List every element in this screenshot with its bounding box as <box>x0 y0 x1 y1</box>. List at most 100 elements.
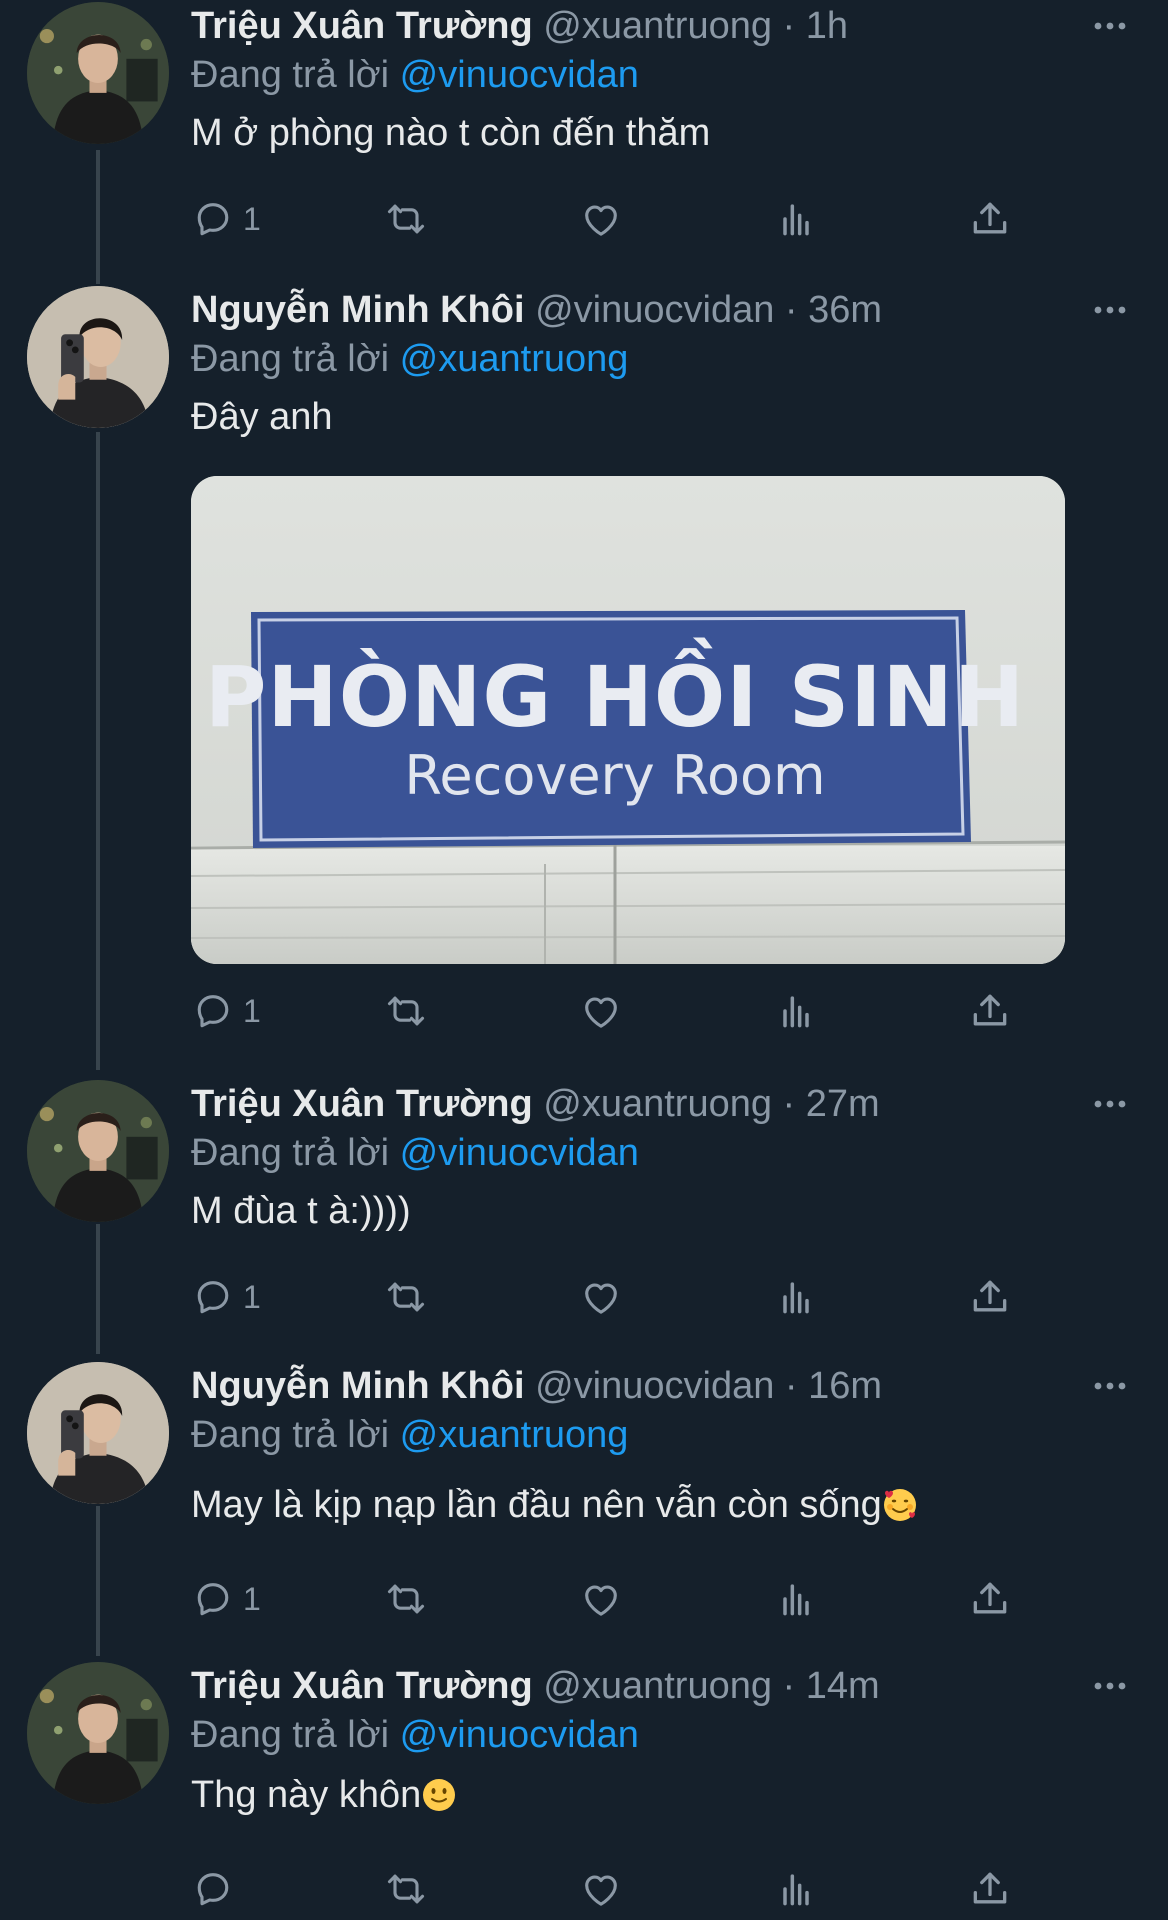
display-name[interactable]: Triệu Xuân Trường <box>191 5 533 47</box>
replying-to: Đang trả lời @vinuocvidan <box>191 1712 1128 1758</box>
more-options-icon[interactable] <box>1090 14 1130 38</box>
timestamp[interactable]: 14m <box>806 1665 880 1707</box>
like-button[interactable] <box>579 1574 623 1624</box>
tweet-actions: 1 <box>191 1574 1021 1624</box>
retweet-button[interactable] <box>384 986 428 1036</box>
reply-button[interactable]: 1 <box>191 194 261 244</box>
share-button[interactable] <box>968 1574 1012 1624</box>
share-button[interactable] <box>968 1272 1012 1322</box>
tweet-text: Đây anh <box>191 396 333 438</box>
avatar[interactable] <box>27 1362 169 1504</box>
views-button[interactable] <box>774 1272 818 1322</box>
tweet-text: Thg này khôn <box>191 1774 422 1816</box>
display-name[interactable]: Nguyễn Minh Khôi <box>191 289 525 331</box>
reply-count: 1 <box>243 992 261 1029</box>
separator-dot: · <box>784 289 798 331</box>
separator-dot: · <box>784 1365 798 1407</box>
retweet-button[interactable] <box>384 1272 428 1322</box>
user-handle[interactable]: @vinuocvidan <box>535 289 774 331</box>
retweet-icon <box>384 1577 428 1621</box>
avatar[interactable] <box>27 2 169 144</box>
like-button[interactable] <box>579 1272 623 1322</box>
tweet-actions: 1 <box>191 986 1021 1036</box>
avatar[interactable] <box>27 1662 169 1804</box>
tweet-text-row: Thg này khôn <box>191 1770 1128 1820</box>
mention-link[interactable]: @xuantruong <box>400 1414 629 1456</box>
tweet-text: M ở phòng nào t còn đến thăm <box>191 112 711 154</box>
tweet[interactable]: Triệu Xuân Trường @xuantruong · 14m Đang… <box>0 1660 1168 1920</box>
timestamp[interactable]: 36m <box>808 289 882 331</box>
tweet[interactable]: Nguyễn Minh Khôi @vinuocvidan · 16m Đang… <box>0 1360 1168 1658</box>
share-button[interactable] <box>968 1864 1012 1914</box>
user-handle[interactable]: @vinuocvidan <box>535 1365 774 1407</box>
reply-icon <box>191 1867 235 1911</box>
retweet-button[interactable] <box>384 1864 428 1914</box>
mention-link[interactable]: @vinuocvidan <box>400 54 639 96</box>
analytics-icon <box>774 989 818 1033</box>
replying-to: Đang trả lời @xuantruong <box>191 336 1128 382</box>
views-button[interactable] <box>774 194 818 244</box>
tweet-content: Triệu Xuân Trường @xuantruong · 27m Đang… <box>191 1078 1128 1236</box>
retweet-icon <box>384 1867 428 1911</box>
more-options-icon[interactable] <box>1090 1674 1130 1698</box>
slightly-smiling-face-icon <box>421 1777 457 1813</box>
tweet[interactable]: Triệu Xuân Trường @xuantruong · 1h Đang … <box>0 0 1168 282</box>
user-handle[interactable]: @xuantruong <box>543 5 772 47</box>
tweet-actions: 1 <box>191 1272 1021 1322</box>
replying-to-label: Đang trả lời <box>191 54 390 96</box>
timestamp[interactable]: 1h <box>806 5 848 47</box>
user-handle[interactable]: @xuantruong <box>543 1665 772 1707</box>
reply-button[interactable]: 1 <box>191 986 261 1036</box>
reply-button[interactable]: 1 <box>191 1272 261 1322</box>
user-handle[interactable]: @xuantruong <box>543 1083 772 1125</box>
retweet-icon <box>384 197 428 241</box>
tweet-header: Nguyễn Minh Khôi @vinuocvidan · 36m <box>191 284 1128 336</box>
reply-button[interactable]: 1 <box>191 1574 261 1624</box>
display-name[interactable]: Nguyễn Minh Khôi <box>191 1365 525 1407</box>
replying-to: Đang trả lời @xuantruong <box>191 1412 1128 1458</box>
mention-link[interactable]: @vinuocvidan <box>400 1132 639 1174</box>
retweet-button[interactable] <box>384 194 428 244</box>
mention-link[interactable]: @vinuocvidan <box>400 1714 639 1756</box>
share-icon <box>968 989 1012 1033</box>
more-options-icon[interactable] <box>1090 298 1130 322</box>
avatar[interactable] <box>27 1080 169 1222</box>
avatar[interactable] <box>27 286 169 428</box>
separator-dot: · <box>782 5 796 47</box>
replying-to-label: Đang trả lời <box>191 1414 390 1456</box>
analytics-icon <box>774 1577 818 1621</box>
tweet-content: Nguyễn Minh Khôi @vinuocvidan · 36m Đang… <box>191 284 1128 442</box>
tweet-text-row: May là kịp nạp lần đầu nên vẫn còn sống <box>191 1480 1128 1530</box>
views-button[interactable] <box>774 1574 818 1624</box>
reply-count: 1 <box>243 1580 261 1617</box>
conversation-timeline: Triệu Xuân Trường @xuantruong · 1h Đang … <box>0 0 1168 1920</box>
tweet-content: Nguyễn Minh Khôi @vinuocvidan · 16m Đang… <box>191 1360 1128 1530</box>
timestamp[interactable]: 16m <box>808 1365 882 1407</box>
more-options-icon[interactable] <box>1090 1374 1130 1398</box>
share-button[interactable] <box>968 194 1012 244</box>
reply-count: 1 <box>243 200 261 237</box>
reply-button[interactable] <box>191 1864 243 1914</box>
views-button[interactable] <box>774 1864 818 1914</box>
reply-count: 1 <box>243 1278 261 1315</box>
replying-to-label: Đang trả lời <box>191 338 390 380</box>
mention-link[interactable]: @xuantruong <box>400 338 629 380</box>
display-name[interactable]: Triệu Xuân Trường <box>191 1665 533 1707</box>
tweet-content: Triệu Xuân Trường @xuantruong · 1h Đang … <box>191 0 1128 158</box>
retweet-button[interactable] <box>384 1574 428 1624</box>
recovery-room-sign-photo: PHÒNG HỒI SINH Recovery Room <box>191 476 1065 964</box>
views-button[interactable] <box>774 986 818 1036</box>
analytics-icon <box>774 197 818 241</box>
like-button[interactable] <box>579 194 623 244</box>
tweet-media-image[interactable]: PHÒNG HỒI SINH Recovery Room <box>191 476 1065 964</box>
reply-icon <box>191 1275 235 1319</box>
sign-subtitle: Recovery Room <box>404 744 825 807</box>
more-options-icon[interactable] <box>1090 1092 1130 1116</box>
tweet[interactable]: Triệu Xuân Trường @xuantruong · 27m Đang… <box>0 1078 1168 1360</box>
like-button[interactable] <box>579 1864 623 1914</box>
tweet[interactable]: Nguyễn Minh Khôi @vinuocvidan · 36m Đang… <box>0 284 1168 1074</box>
timestamp[interactable]: 27m <box>806 1083 880 1125</box>
like-button[interactable] <box>579 986 623 1036</box>
display-name[interactable]: Triệu Xuân Trường <box>191 1083 533 1125</box>
share-button[interactable] <box>968 986 1012 1036</box>
